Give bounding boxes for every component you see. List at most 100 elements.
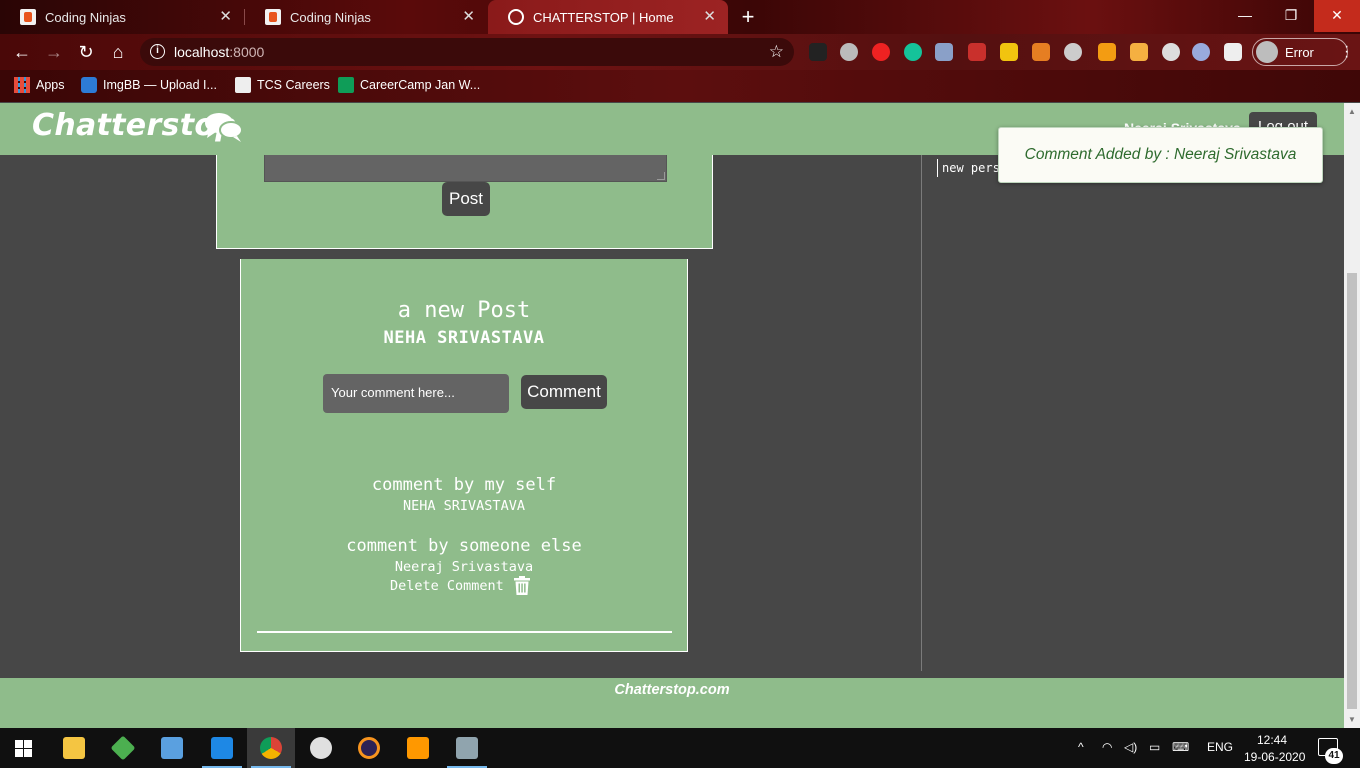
imgbb-icon	[81, 77, 97, 93]
comments-icon	[205, 113, 243, 142]
language-indicator[interactable]: ENG	[1207, 740, 1233, 754]
show-hidden-icons-icon[interactable]: ^	[1078, 740, 1084, 754]
bookmark-imgbb[interactable]: ImgBB — Upload I...	[81, 77, 217, 93]
start-button[interactable]	[0, 728, 48, 768]
paint-pro-app[interactable]	[443, 728, 491, 768]
forward-arrow-icon[interactable]: →	[42, 40, 66, 64]
gear-extension-icon[interactable]	[840, 43, 858, 61]
compass-extension-icon[interactable]	[1064, 43, 1082, 61]
clock-date[interactable]: 19-06-2020	[1244, 750, 1305, 764]
close-window-icon[interactable]: ✕	[1314, 0, 1360, 32]
browser-tab[interactable]: Coding Ninjas ✕	[0, 0, 244, 34]
keyboard-icon[interactable]: ⌨	[1172, 740, 1189, 754]
minimize-window-icon[interactable]: —	[1222, 0, 1268, 32]
scroll-up-icon[interactable]: ▲	[1348, 107, 1356, 116]
bookmark-apps[interactable]: Apps	[14, 77, 65, 93]
paint-app[interactable]	[297, 728, 345, 768]
coupon-extension-icon[interactable]	[1098, 43, 1116, 61]
w-extension-icon[interactable]	[1000, 43, 1018, 61]
comment-content: comment by my self	[371, 475, 557, 495]
paint-icon	[310, 737, 332, 759]
chrome-app[interactable]	[247, 728, 295, 768]
text-cursor	[937, 159, 938, 177]
comment-button[interactable]: Comment	[521, 375, 607, 409]
clock-time[interactable]: 12:44	[1257, 733, 1287, 747]
restore-window-icon[interactable]: ❐	[1268, 0, 1314, 32]
notification-count-badge: 41	[1325, 748, 1343, 764]
close-tab-icon[interactable]: ✕	[462, 9, 475, 24]
pdf-extension-icon[interactable]	[968, 43, 986, 61]
chrome-icon	[260, 737, 282, 759]
battery-icon[interactable]: ▭	[1149, 740, 1160, 754]
sublime-icon	[407, 737, 429, 759]
resize-grip-icon[interactable]	[657, 172, 665, 180]
git-app[interactable]	[99, 728, 147, 768]
sidebar-divider	[921, 155, 922, 671]
emoji-extension-icon[interactable]	[1162, 43, 1180, 61]
post-textarea[interactable]	[264, 151, 667, 182]
url-host: localhost	[174, 44, 230, 60]
pen-extension-icon[interactable]	[809, 43, 827, 61]
post-card: a new Post NEHA SRIVASTAVA Your comment …	[240, 259, 688, 652]
home-icon[interactable]: ⌂	[106, 40, 130, 64]
bookmark-star-icon[interactable]: ☆	[769, 42, 784, 62]
reload-icon[interactable]: ↻	[74, 40, 98, 64]
windows-taskbar: ^ ◠ ◁) ▭ ⌨ ENG 12:44 19-06-2020 41	[0, 728, 1360, 768]
tab-title: Coding Ninjas	[290, 9, 371, 25]
comment-input[interactable]: Your comment here...	[323, 374, 509, 413]
coding-ninjas-favicon-icon	[265, 9, 281, 25]
calendar-extension-icon[interactable]	[1130, 43, 1148, 61]
browser-menu-icon[interactable]: · · ·	[1344, 39, 1349, 65]
browser-tab-active[interactable]: CHATTERSTOP | Home ✕	[488, 0, 728, 34]
eclipse-app[interactable]	[345, 728, 393, 768]
control-panel-app[interactable]	[148, 728, 196, 768]
vscode-icon	[211, 737, 233, 759]
shield-extension-icon[interactable]	[935, 43, 953, 61]
post-button[interactable]: Post	[442, 182, 490, 216]
react-extension-icon[interactable]	[1192, 43, 1210, 61]
git-icon	[110, 735, 136, 761]
address-url: localhost:8000	[174, 44, 264, 60]
grammarly-extension-icon[interactable]	[904, 43, 922, 61]
adblock-extension-icon[interactable]	[872, 43, 890, 61]
apps-grid-icon	[14, 77, 30, 93]
trash-icon[interactable]	[513, 576, 530, 595]
profile-button[interactable]: Error	[1252, 38, 1348, 66]
close-tab-icon[interactable]: ✕	[703, 9, 716, 24]
bookmark-careercamp[interactable]: CareerCamp Jan W...	[338, 77, 480, 93]
address-bar[interactable]: i localhost:8000 ☆	[140, 38, 794, 66]
close-tab-icon[interactable]: ✕	[219, 9, 232, 24]
page-scrollbar[interactable]: ▲ ▼	[1344, 103, 1360, 728]
sheets-icon	[338, 77, 354, 93]
bookmark-tcs[interactable]: TCS Careers	[235, 77, 330, 93]
bookmark-label: CareerCamp Jan W...	[360, 78, 481, 92]
browser-tab[interactable]: Coding Ninjas ✕	[245, 0, 487, 34]
scrollbar-thumb[interactable]	[1347, 273, 1357, 709]
volume-icon[interactable]: ◁)	[1124, 740, 1137, 754]
bookmark-label: ImgBB — Upload I...	[103, 78, 217, 92]
bookmark-label: Apps	[36, 78, 65, 92]
wifi-icon[interactable]: ◠	[1102, 740, 1112, 754]
folder-icon	[63, 737, 85, 759]
windows-logo-icon	[15, 740, 32, 757]
comment-content: comment by someone else	[346, 536, 582, 556]
new-tab-plus-icon[interactable]: +	[736, 6, 760, 30]
puzzle-extensions-icon[interactable]	[1224, 43, 1242, 61]
globe-favicon-icon	[508, 9, 524, 25]
scroll-down-icon[interactable]: ▼	[1348, 715, 1356, 724]
delete-comment-link[interactable]: Delete Comment	[390, 576, 530, 595]
site-info-icon[interactable]: i	[150, 44, 165, 59]
sublime-app[interactable]	[394, 728, 442, 768]
file-explorer-app[interactable]	[50, 728, 98, 768]
back-arrow-icon[interactable]: ←	[10, 40, 34, 64]
bookmark-label: TCS Careers	[257, 78, 330, 92]
notification-toast[interactable]: Comment Added by : Neeraj Srivastava	[998, 127, 1323, 183]
post-content: a new Post	[397, 298, 531, 323]
vscode-app[interactable]	[198, 728, 246, 768]
toast-message: Comment Added by : Neeraj Srivastava	[1024, 146, 1297, 163]
avatar	[1256, 41, 1278, 63]
sidebar-text: new pers	[942, 161, 1000, 175]
footer-text: Chatterstop.com	[614, 682, 730, 698]
fox-extension-icon[interactable]	[1032, 43, 1050, 61]
delete-comment-label: Delete Comment	[390, 577, 504, 594]
